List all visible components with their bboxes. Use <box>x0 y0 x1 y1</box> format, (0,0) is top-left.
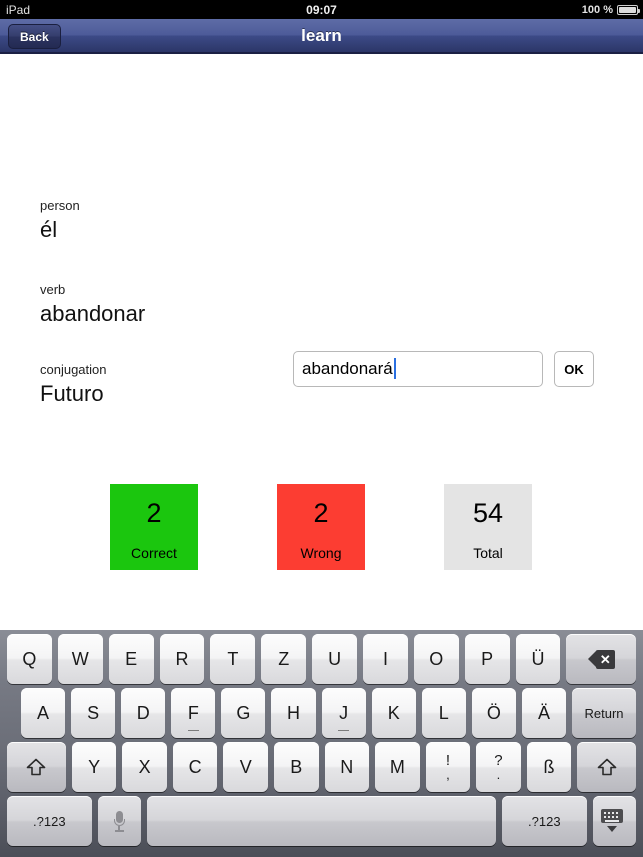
key-numbers-left[interactable]: .?123 <box>7 796 92 846</box>
exercise-panel: person él verb abandonar conjugation Fut… <box>0 56 643 630</box>
text-cursor <box>394 358 396 379</box>
backspace-icon[interactable]: ✕ <box>566 634 636 684</box>
key-c[interactable]: C <box>172 742 218 792</box>
key-ö[interactable]: Ö <box>471 688 516 738</box>
key-l[interactable]: L <box>421 688 466 738</box>
battery-full-icon <box>617 4 640 15</box>
shift-icon-right[interactable] <box>577 742 637 792</box>
key-k[interactable]: K <box>371 688 416 738</box>
keyboard-row-3: Y X C V B N M!,?. ß <box>0 742 643 792</box>
key-space[interactable] <box>146 796 496 846</box>
page-title: learn <box>301 26 342 45</box>
key-a[interactable]: A <box>21 688 66 738</box>
key-h[interactable]: H <box>271 688 316 738</box>
answer-input[interactable] <box>293 351 543 387</box>
keyboard-row-2: A S D F G H J K L Ö Ä Return <box>0 688 643 738</box>
status-battery-group: 100 % <box>581 3 640 16</box>
key-punct-question-period[interactable]: ?. <box>476 742 521 792</box>
status-clock: 09:07 <box>306 2 337 17</box>
key-ä[interactable]: Ä <box>521 688 567 738</box>
key-e[interactable]: E <box>108 634 154 684</box>
key-b[interactable]: B <box>273 742 319 792</box>
navigation-bar: Back learn <box>0 19 643 54</box>
key-ü[interactable]: Ü <box>515 634 561 684</box>
key-y[interactable]: Y <box>71 742 117 792</box>
key-r[interactable]: R <box>159 634 205 684</box>
answer-row: OK <box>293 351 594 387</box>
key-x[interactable]: X <box>122 742 167 792</box>
key-d[interactable]: D <box>121 688 166 738</box>
key-punct-exclam-comma[interactable]: !, <box>425 742 471 792</box>
key-f[interactable]: F <box>171 688 216 738</box>
key-u[interactable]: U <box>312 634 358 684</box>
score-wrong-value: 2 <box>313 498 329 528</box>
key-v[interactable]: V <box>223 742 268 792</box>
key-p[interactable]: P <box>464 634 510 684</box>
score-correct-caption: Correct <box>131 545 177 561</box>
key-t[interactable]: T <box>210 634 256 684</box>
score-box-wrong: 2 Wrong <box>277 484 365 570</box>
score-total-caption: Total <box>473 545 503 561</box>
key-g[interactable]: G <box>221 688 266 738</box>
score-correct-value: 2 <box>146 498 162 528</box>
key-j[interactable]: J <box>321 688 366 738</box>
status-bar: iPad 09:07 100 % <box>0 0 643 19</box>
key-m[interactable]: M <box>375 742 420 792</box>
key-i[interactable]: I <box>363 634 408 684</box>
conjugation-field-group: conjugation Futuro <box>40 362 107 408</box>
key-q[interactable]: Q <box>7 634 52 684</box>
hide-keyboard-icon[interactable] <box>592 796 636 846</box>
key-o[interactable]: O <box>413 634 459 684</box>
key-numbers-right[interactable]: .?123 <box>502 796 587 846</box>
person-value: él <box>40 217 58 242</box>
conjugation-value: Futuro <box>40 381 104 406</box>
person-label: person <box>40 198 80 213</box>
verb-value: abandonar <box>40 301 146 326</box>
score-summary: 2 Correct 2 Wrong 54 Total <box>0 484 643 574</box>
answer-input-shell <box>293 351 543 387</box>
key-s[interactable]: S <box>71 688 116 738</box>
score-box-total: 54 Total <box>444 484 532 570</box>
conjugation-label: conjugation <box>40 362 107 377</box>
verb-label: verb <box>40 282 66 297</box>
key-return[interactable]: Return <box>572 688 636 738</box>
score-total-value: 54 <box>472 498 504 528</box>
verb-field-group: verb abandonar <box>40 282 145 328</box>
person-field-group: person él <box>40 198 80 244</box>
shift-icon-left[interactable] <box>7 742 66 792</box>
score-box-correct: 2 Correct <box>110 484 198 570</box>
keyboard-row-1: Q W E R T Z U I O P Ü ✕ <box>0 634 643 684</box>
key-eszett[interactable]: ß <box>526 742 572 792</box>
key-w[interactable]: W <box>57 634 103 684</box>
on-screen-keyboard: Q W E R T Z U I O P Ü ✕ A S D F G H J K L Ö Ä Return Y X C V B N M!,… <box>0 630 643 857</box>
microphone-icon[interactable] <box>97 796 141 846</box>
ok-button[interactable]: OK <box>554 351 594 387</box>
keyboard-row-4: .?123 .?123 <box>0 796 643 846</box>
key-n[interactable]: N <box>324 742 370 792</box>
battery-percent-label: 100 % <box>581 3 613 16</box>
key-z[interactable]: Z <box>261 634 307 684</box>
score-wrong-caption: Wrong <box>300 545 342 561</box>
